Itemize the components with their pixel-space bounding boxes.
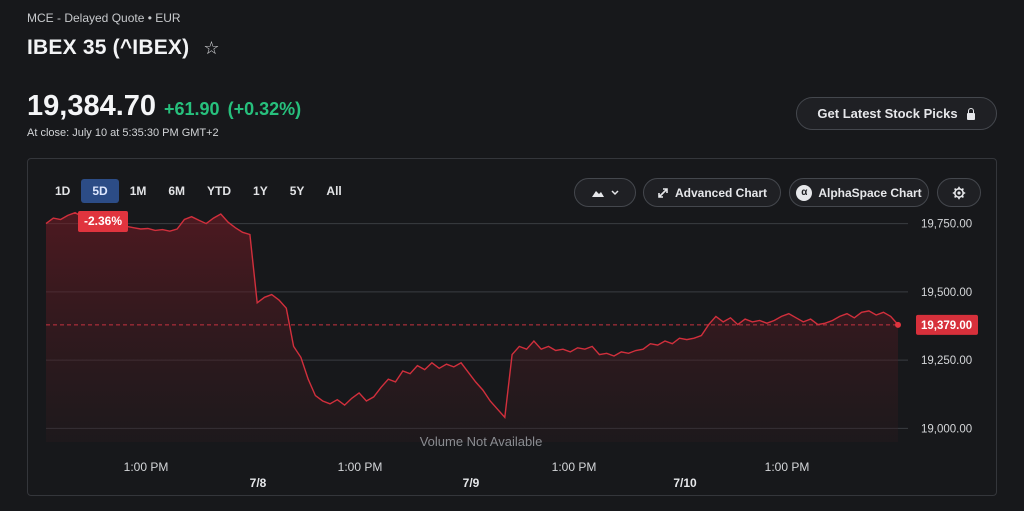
x-tick-label: 1:00 PM	[124, 460, 169, 474]
price-change-percent: (+0.32%)	[227, 99, 302, 119]
range-all[interactable]: All	[315, 179, 352, 203]
range-change-badge: -2.36%	[78, 211, 129, 232]
advanced-chart-label: Advanced Chart	[674, 185, 768, 200]
previous-close-label: 19,379.00	[921, 320, 972, 332]
y-tick-label: 19,250.00	[921, 355, 972, 367]
alphaspace-chart-button[interactable]: α AlphaSpace Chart	[789, 178, 929, 207]
chart-panel: 19,000.00 19,250.00 19,500.00 19,750.00 19,3…	[27, 158, 997, 496]
price-change: +61.90	[164, 99, 220, 119]
quote-subtitle: MCE - Delayed Quote • EUR	[27, 11, 181, 25]
x-tick-label: 1:00 PM	[552, 460, 597, 474]
x-tick-label: 1:00 PM	[338, 460, 383, 474]
chevron-down-icon	[611, 189, 619, 195]
range-1y[interactable]: 1Y	[242, 179, 279, 203]
last-price-dot	[895, 321, 901, 328]
gear-icon	[952, 186, 966, 199]
chart-settings-button[interactable]	[937, 178, 981, 207]
range-6m[interactable]: 6M	[157, 179, 196, 203]
range-ytd[interactable]: YTD	[196, 179, 242, 203]
page-title: IBEX 35 (^IBEX)	[27, 36, 190, 59]
chart-type-dropdown[interactable]	[574, 178, 636, 207]
x-tick-label: 1:00 PM	[765, 460, 810, 474]
day-label: 7/10	[673, 476, 697, 490]
range-1m[interactable]: 1M	[119, 179, 158, 203]
get-stock-picks-button[interactable]: Get Latest Stock Picks	[796, 97, 997, 130]
range-5d[interactable]: 5D	[81, 179, 119, 203]
day-label: 7/8	[250, 476, 267, 490]
range-selector: 1D 5D 1M 6M YTD 1Y 5Y All	[44, 179, 353, 203]
price-row: 19,384.70 +61.90 (+0.32%)	[27, 90, 301, 123]
mountain-chart-icon	[592, 190, 604, 197]
y-tick-label: 19,000.00	[921, 423, 972, 435]
alphaspace-icon: α	[796, 184, 813, 201]
day-label: 7/9	[463, 476, 480, 490]
y-tick-label: 19,750.00	[921, 219, 972, 231]
price-area	[46, 212, 898, 442]
volume-not-available-note: Volume Not Available	[420, 434, 543, 449]
alphaspace-chart-label: AlphaSpace Chart	[818, 185, 922, 200]
price-chart[interactable]: 19,000.00 19,250.00 19,500.00 19,750.00 19,3…	[28, 159, 998, 497]
current-price: 19,384.70	[27, 90, 157, 122]
expand-icon	[658, 187, 668, 198]
y-tick-label: 19,500.00	[921, 287, 972, 299]
close-timestamp: At close: July 10 at 5:35:30 PM GMT+2	[27, 127, 219, 139]
star-icon[interactable]: ☆	[203, 39, 219, 57]
advanced-chart-button[interactable]: Advanced Chart	[643, 178, 781, 207]
get-stock-picks-label: Get Latest Stock Picks	[817, 106, 958, 121]
range-1d[interactable]: 1D	[44, 179, 81, 203]
title-row: IBEX 35 (^IBEX) ☆	[27, 36, 219, 60]
lock-icon	[966, 107, 976, 120]
range-5y[interactable]: 5Y	[279, 179, 316, 203]
